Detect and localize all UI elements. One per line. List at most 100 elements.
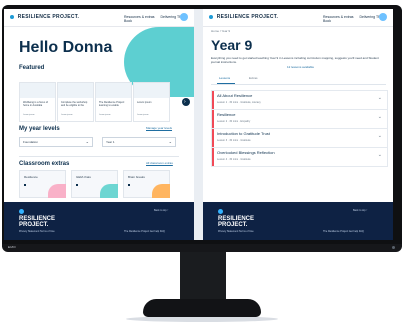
- lesson-title: Resilience: [217, 112, 236, 117]
- right-logo-text: RESILIENCE PROJECT.: [216, 14, 279, 20]
- lesson-accent: [212, 148, 214, 166]
- lesson-title: Overlooked Blessings Reflection: [217, 150, 275, 155]
- lesson-count: 12 lessons available: [287, 65, 315, 69]
- footer-brand-line2: PROJECT.: [218, 222, 248, 228]
- lesson-row[interactable]: All About Resilience Lesson 1 · 30 mins …: [211, 90, 388, 110]
- tabs: Lessons Extras: [211, 75, 386, 85]
- greeting: Hello Donna: [19, 39, 113, 56]
- tile-bullet: [76, 184, 78, 186]
- page-description: Everything you need to get started teach…: [211, 56, 379, 64]
- card-image: [20, 83, 55, 98]
- year1-select[interactable]: Year 1 ⌄: [102, 137, 176, 147]
- back-to-top-link[interactable]: Back to top ↑: [353, 209, 367, 212]
- screen: RESILIENCE PROJECT. Resources & extras D…: [4, 9, 393, 240]
- right-browser-window: RESILIENCE PROJECT. Resources & extras D…: [203, 9, 393, 240]
- chevron-down-icon: ⌄: [85, 139, 89, 144]
- featured-card[interactable]: Lorem ipsum Lorem ipsum: [133, 82, 170, 122]
- footer-links-right[interactable]: The Resilience Project Get help FAQ: [124, 230, 165, 233]
- right-logo[interactable]: RESILIENCE PROJECT.: [209, 14, 278, 20]
- footer-brand: RESILIENCE PROJECT.: [218, 216, 254, 228]
- tile-decoration: [48, 184, 66, 198]
- logo-dot-icon: [209, 14, 213, 19]
- chevron-right-icon: ›: [184, 99, 186, 105]
- foundation-select[interactable]: Foundation ⌄: [19, 137, 93, 147]
- monitor-brand: EIZO: [8, 245, 16, 249]
- lesson-row[interactable]: Resilience Lesson 2 · 30 mins · Empathy …: [211, 109, 388, 129]
- logo-dot-icon: [10, 14, 14, 19]
- footer-logo-icon: [218, 209, 223, 214]
- monitor-bezel: [2, 244, 402, 252]
- footer-links-left[interactable]: Privacy Statement Terms of Use: [19, 230, 55, 233]
- footer-links-left[interactable]: Privacy Statement Terms of Use: [218, 230, 254, 233]
- extras-tile[interactable]: GEM chats: [71, 170, 118, 198]
- breadcrumb[interactable]: Home / Year 9: [211, 29, 230, 33]
- manage-year-levels-link[interactable]: Manage year levels: [146, 126, 172, 130]
- lesson-meta: Lesson 3 · 30 mins · Gratitude: [217, 139, 251, 142]
- left-footer: RESILIENCE PROJECT. Back to top ↑ Privac…: [4, 202, 194, 240]
- tile-decoration: [152, 184, 170, 198]
- chevron-down-icon: ⌄: [377, 133, 382, 139]
- chevron-down-icon: ⌄: [377, 152, 382, 158]
- lesson-meta: Lesson 2 · 30 mins · Empathy: [217, 120, 251, 123]
- card-title: Complete the workshop and be eligible to…: [61, 101, 88, 107]
- lesson-title: Introduction to Gratitude Trust: [217, 131, 270, 136]
- chevron-down-icon: ⌄: [377, 95, 382, 101]
- left-browser-window: RESILIENCE PROJECT. Resources & extras D…: [4, 9, 194, 240]
- card-title: The Resilience Project: learning to enab…: [99, 101, 125, 107]
- year-levels-title: My year levels: [19, 126, 60, 132]
- card-meta: Lorem ipsum: [23, 114, 35, 116]
- card-image: [58, 83, 93, 98]
- extras-tile[interactable]: Resilience: [19, 170, 66, 198]
- tab-extras[interactable]: Extras: [249, 76, 258, 80]
- lesson-accent: [212, 91, 214, 109]
- chevron-down-icon: ⌄: [168, 139, 172, 144]
- lesson-row[interactable]: Overlooked Blessings Reflection Lesson 4…: [211, 147, 388, 167]
- card-title: Wellbeing is a focus of home in Australi…: [23, 101, 48, 107]
- card-image: [96, 83, 131, 98]
- featured-card[interactable]: Wellbeing is a focus of home in Australi…: [19, 82, 56, 122]
- monitor-base: [143, 299, 261, 317]
- lesson-row[interactable]: Introduction to Gratitude Trust Lesson 3…: [211, 128, 388, 148]
- tile-bullet: [24, 184, 26, 186]
- card-meta: Lorem ipsum: [61, 114, 73, 116]
- year1-label: Year 1: [106, 140, 115, 144]
- lesson-meta: Lesson 1 · 30 mins · Gratitude, Literacy: [217, 101, 261, 104]
- card-image: [134, 83, 169, 98]
- right-topbar: RESILIENCE PROJECT. Resources & extras D…: [203, 9, 393, 27]
- card-meta: Lorem ipsum: [99, 114, 111, 116]
- card-meta: Lorem ipsum: [137, 114, 149, 116]
- tile-bullet: [128, 184, 130, 186]
- tile-label: Resilience: [24, 175, 38, 179]
- featured-title: Featured: [19, 65, 45, 71]
- foundation-label: Foundation: [23, 140, 39, 144]
- lesson-accent: [212, 110, 214, 128]
- avatar[interactable]: [379, 13, 387, 21]
- avatar[interactable]: [180, 13, 188, 21]
- nav-book[interactable]: Book: [323, 19, 331, 23]
- tile-label: GEM chats: [76, 175, 91, 179]
- lesson-title: All About Resilience: [217, 93, 253, 98]
- tile-decoration: [100, 184, 118, 198]
- tab-lessons[interactable]: Lessons: [219, 76, 230, 80]
- back-to-top-link[interactable]: Back to top ↑: [154, 209, 168, 212]
- classroom-extras-title: Classroom extras: [19, 161, 70, 167]
- extras-tile[interactable]: Brain breaks: [123, 170, 170, 198]
- nav-book[interactable]: Book: [124, 19, 132, 23]
- footer-brand: RESILIENCE PROJECT.: [19, 216, 55, 228]
- card-title: Lorem ipsum: [137, 101, 152, 104]
- footer-links-right[interactable]: The Resilience Project Get help FAQ: [323, 230, 364, 233]
- left-logo[interactable]: RESILIENCE PROJECT.: [10, 14, 79, 20]
- featured-card[interactable]: The Resilience Project: learning to enab…: [95, 82, 132, 122]
- featured-card[interactable]: Complete the workshop and be eligible to…: [57, 82, 94, 122]
- divider: [19, 156, 179, 157]
- left-topbar: RESILIENCE PROJECT. Resources & extras D…: [4, 9, 194, 27]
- monitor-neck: [180, 252, 226, 302]
- chevron-down-icon: ⌄: [377, 114, 382, 120]
- page-title: Year 9: [211, 37, 253, 53]
- all-extras-link[interactable]: All classroom extras: [146, 161, 173, 165]
- carousel-next-button[interactable]: ›: [182, 98, 190, 106]
- lesson-accent: [212, 129, 214, 147]
- power-indicator: [392, 246, 395, 249]
- left-logo-text: RESILIENCE PROJECT.: [17, 14, 80, 20]
- tile-label: Brain breaks: [128, 175, 145, 179]
